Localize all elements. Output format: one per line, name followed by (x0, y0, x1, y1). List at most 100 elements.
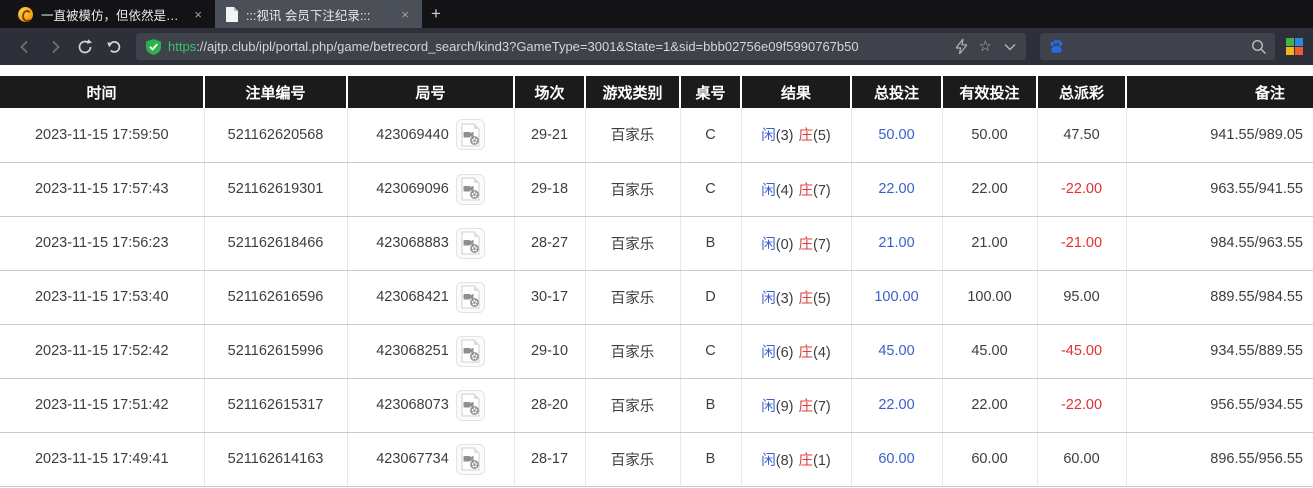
video-file-icon (461, 393, 480, 417)
banker-score: (5) (813, 290, 831, 307)
cell-time: 2023-11-15 17:56:23 (0, 216, 205, 271)
round-number: 423068883 (376, 235, 449, 251)
banker-label: 庄 (798, 452, 814, 469)
cell-valid-bet: 50.00 (942, 108, 1038, 163)
banker-label: 庄 (798, 290, 814, 307)
secure-shield-icon (146, 38, 161, 55)
document-icon (226, 6, 238, 22)
search-icon[interactable] (1251, 39, 1267, 55)
player-label: 闲 (761, 452, 776, 469)
forward-button[interactable] (40, 33, 70, 61)
cell-valid-bet: 21.00 (942, 216, 1038, 271)
banker-label: 庄 (798, 398, 814, 415)
cell-valid-bet: 60.00 (942, 432, 1038, 487)
search-input[interactable] (1071, 38, 1251, 55)
close-icon[interactable]: × (398, 7, 412, 22)
player-label: 闲 (761, 182, 776, 199)
video-file-icon (461, 231, 480, 255)
banker-label: 庄 (798, 236, 814, 253)
player-score: (8) (775, 452, 794, 469)
cell-table-no: C (680, 108, 742, 163)
banker-score: (4) (813, 344, 831, 361)
col-header-table-no: 桌号 (680, 76, 742, 108)
cell-game-type: 百家乐 (585, 270, 681, 325)
close-icon[interactable]: × (191, 7, 205, 22)
cell-session: 29-21 (514, 108, 586, 163)
video-file-icon (461, 177, 480, 201)
cell-total-bet: 22.00 (851, 162, 943, 217)
video-file-icon (461, 123, 480, 147)
cell-valid-bet: 22.00 (942, 378, 1038, 433)
undo-restore-button[interactable] (100, 33, 130, 61)
cell-result: 闲(8) 庄(1) (741, 432, 852, 487)
baidu-paw-icon (1048, 38, 1065, 55)
cell-bet-id: 521162620568 (204, 108, 348, 163)
cell-remark: 984.55/963.55 (1126, 216, 1313, 271)
video-file-icon (461, 339, 480, 363)
player-score: (3) (775, 128, 794, 145)
refresh-button[interactable] (70, 33, 100, 61)
browser-search-box[interactable] (1040, 33, 1275, 60)
back-button[interactable] (10, 33, 40, 61)
cell-round: 423067734 (347, 432, 515, 487)
video-replay-button[interactable] (455, 119, 485, 151)
banker-score: (7) (813, 236, 831, 253)
cell-remark: 934.55/889.55 (1126, 324, 1313, 379)
site-favicon-icon (18, 6, 33, 22)
player-score: (4) (775, 182, 794, 199)
cell-bet-id: 521162615996 (204, 324, 348, 379)
cell-table-no: B (680, 378, 742, 433)
col-header-bet-id: 注单编号 (204, 76, 348, 108)
cell-bet-id: 521162616596 (204, 270, 348, 325)
cell-remark: 941.55/989.05 (1126, 108, 1313, 163)
cell-bet-id: 521162614163 (204, 432, 348, 487)
cell-valid-bet: 22.00 (942, 162, 1038, 217)
browser-toolbar: https://ajtp.club/ipl/portal.php/game/be… (0, 28, 1313, 65)
tab-active-bet-records[interactable]: :::视讯 会员下注纪录::: × (215, 0, 422, 28)
cell-time: 2023-11-15 17:49:41 (0, 432, 205, 487)
table-header-row: 时间 注单编号 局号 场次 游戏类别 桌号 结果 总投注 有效投注 总派彩 备注 (0, 76, 1313, 108)
player-score: (3) (775, 290, 794, 307)
new-tab-button[interactable]: + (422, 0, 450, 28)
video-replay-button[interactable] (455, 227, 485, 259)
col-header-total-bet: 总投注 (851, 76, 943, 108)
player-score: (9) (775, 398, 794, 415)
cell-total-bet: 21.00 (851, 216, 943, 271)
chevron-down-icon[interactable] (1004, 43, 1016, 51)
video-replay-button[interactable] (455, 281, 485, 313)
cell-payout: 95.00 (1037, 270, 1127, 325)
browser-tab-bar: 一直被模仿，但依然是經典 × :::视讯 会员下注纪录::: × + (0, 0, 1313, 28)
cell-total-bet: 45.00 (851, 324, 943, 379)
player-score: (6) (775, 344, 794, 361)
banker-label: 庄 (798, 128, 814, 145)
table-row: 2023-11-15 17:51:42 521162615317 4230680… (0, 378, 1313, 433)
tab-inactive[interactable]: 一直被模仿，但依然是經典 × (8, 0, 215, 28)
player-score: (0) (775, 236, 794, 253)
col-header-result: 结果 (741, 76, 852, 108)
round-number: 423069096 (376, 181, 449, 197)
address-bar[interactable]: https://ajtp.club/ipl/portal.php/game/be… (136, 33, 1026, 60)
flash-icon[interactable] (955, 39, 967, 54)
banker-score: (5) (813, 128, 831, 145)
video-replay-button[interactable] (455, 335, 485, 367)
cell-table-no: D (680, 270, 742, 325)
video-replay-button[interactable] (455, 389, 485, 421)
cell-table-no: B (680, 432, 742, 487)
video-replay-button[interactable] (455, 173, 485, 205)
table-row: 2023-11-15 17:49:41 521162614163 4230677… (0, 432, 1313, 487)
bookmark-star-icon[interactable]: ☆ (979, 39, 992, 54)
cell-session: 30-17 (514, 270, 586, 325)
player-label: 闲 (761, 290, 776, 307)
cell-total-bet: 22.00 (851, 378, 943, 433)
video-replay-button[interactable] (455, 443, 485, 475)
cell-session: 28-17 (514, 432, 586, 487)
cell-result: 闲(6) 庄(4) (741, 324, 852, 379)
round-number: 423068421 (376, 289, 449, 305)
cell-payout: -22.00 (1037, 162, 1127, 217)
cell-bet-id: 521162618466 (204, 216, 348, 271)
round-number: 423068251 (376, 343, 449, 359)
app-grid-icon[interactable] (1286, 38, 1303, 55)
cell-valid-bet: 100.00 (942, 270, 1038, 325)
player-label: 闲 (761, 344, 776, 361)
cell-total-bet: 50.00 (851, 108, 943, 163)
